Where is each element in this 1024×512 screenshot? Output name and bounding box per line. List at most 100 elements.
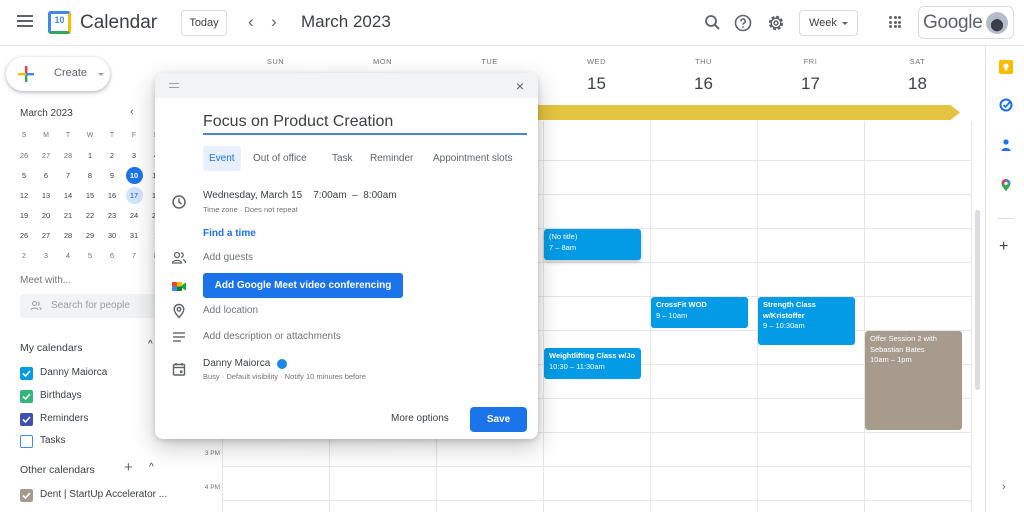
- tab-event[interactable]: Event: [203, 146, 241, 171]
- mini-calendar-day[interactable]: 3: [123, 146, 145, 166]
- all-day-event-bar[interactable]: [530, 105, 960, 120]
- mini-calendar-day[interactable]: 4: [57, 246, 79, 266]
- event-settings-summary[interactable]: Busy · Default visibility · Notify 10 mi…: [203, 372, 366, 381]
- expand-panel-icon[interactable]: ›: [1002, 481, 1006, 493]
- mini-calendar-day[interactable]: 6: [35, 166, 57, 186]
- calendar-event[interactable]: Strength Class w/Kristoffer 9 – 10:30am: [758, 297, 855, 345]
- tab-task[interactable]: Task: [326, 146, 359, 171]
- checkbox-unchecked-icon[interactable]: [20, 435, 33, 448]
- mini-calendar-day[interactable]: 19: [13, 206, 35, 226]
- save-button[interactable]: Save: [470, 407, 527, 432]
- view-selector[interactable]: Week: [799, 10, 858, 36]
- add-calendar-icon[interactable]: +: [124, 459, 133, 476]
- checkbox-checked-icon[interactable]: [20, 390, 33, 403]
- calendar-event[interactable]: (No title) 7 – 8am: [544, 229, 641, 260]
- checkbox-checked-icon[interactable]: [20, 489, 33, 502]
- checkbox-checked-icon[interactable]: [20, 367, 33, 380]
- create-button[interactable]: Create: [6, 57, 110, 91]
- grid-scrollbar[interactable]: [975, 210, 980, 390]
- day-number[interactable]: 17: [757, 74, 864, 94]
- timezone-repeat[interactable]: Time zone · Does not repeat: [203, 205, 298, 214]
- mini-calendar-day[interactable]: 12: [13, 186, 35, 206]
- calendar-color-dot[interactable]: [277, 359, 287, 369]
- mini-calendar-day[interactable]: 5: [79, 246, 101, 266]
- dialog-header[interactable]: ×: [155, 73, 538, 98]
- mini-calendar-day[interactable]: 28: [57, 226, 79, 246]
- add-addon-icon[interactable]: +: [999, 238, 1008, 256]
- mini-calendar-day[interactable]: 10: [123, 166, 145, 186]
- add-location-field[interactable]: Add location: [203, 305, 258, 316]
- settings-icon[interactable]: [766, 13, 786, 33]
- main-menu-icon[interactable]: [17, 15, 33, 29]
- other-calendars-heading[interactable]: Other calendars: [20, 464, 95, 476]
- mini-calendar-day[interactable]: 1: [79, 146, 101, 166]
- help-icon[interactable]: [733, 13, 753, 33]
- tab-appointment-slots[interactable]: Appointment slots: [427, 146, 519, 171]
- mini-calendar-day[interactable]: 20: [35, 206, 57, 226]
- mini-calendar-day[interactable]: 15: [79, 186, 101, 206]
- mini-calendar-day[interactable]: 27: [35, 226, 57, 246]
- chevron-left-icon[interactable]: ‹: [248, 12, 254, 32]
- chevron-right-icon[interactable]: ›: [271, 12, 277, 32]
- mini-calendar-day[interactable]: 27: [35, 146, 57, 166]
- add-google-meet-button[interactable]: Add Google Meet video conferencing: [203, 273, 403, 298]
- mini-calendar-day[interactable]: 8: [79, 166, 101, 186]
- calendar-label: Birthdays: [40, 390, 82, 401]
- chevron-up-icon[interactable]: ^: [149, 462, 154, 473]
- find-a-time-link[interactable]: Find a time: [203, 228, 256, 239]
- mini-calendar-day[interactable]: 2: [101, 146, 123, 166]
- search-people-input[interactable]: Search for people: [20, 294, 160, 318]
- day-number[interactable]: 16: [650, 74, 757, 94]
- mini-calendar-day[interactable]: 23: [101, 206, 123, 226]
- mini-calendar-day[interactable]: 3: [35, 246, 57, 266]
- mini-calendar-day[interactable]: 21: [57, 206, 79, 226]
- account-button[interactable]: Google: [918, 6, 1014, 39]
- event-datetime[interactable]: Wednesday, March 15 7:00am – 8:00am: [203, 190, 397, 201]
- mini-calendar-day[interactable]: 13: [35, 186, 57, 206]
- people-icon: [30, 301, 42, 311]
- mini-calendar-day[interactable]: 28: [57, 146, 79, 166]
- day-number[interactable]: 18: [864, 74, 971, 94]
- day-number[interactable]: 15: [543, 74, 650, 94]
- today-button[interactable]: Today: [181, 10, 227, 36]
- mini-calendar-day[interactable]: 24: [123, 206, 145, 226]
- mini-calendar-day[interactable]: 2: [13, 246, 35, 266]
- avatar[interactable]: [986, 12, 1008, 34]
- mini-calendar-day[interactable]: 6: [101, 246, 123, 266]
- mini-calendar-day[interactable]: 30: [101, 226, 123, 246]
- search-icon[interactable]: [703, 13, 723, 33]
- mini-calendar-day[interactable]: 17: [123, 186, 145, 206]
- mini-calendar-day[interactable]: 29: [79, 226, 101, 246]
- mini-calendar-day[interactable]: 31: [123, 226, 145, 246]
- checkbox-checked-icon[interactable]: [20, 413, 33, 426]
- mini-calendar-day[interactable]: 26: [13, 226, 35, 246]
- tasks-icon[interactable]: [999, 98, 1013, 112]
- close-icon[interactable]: ×: [516, 78, 524, 94]
- mini-calendar-day[interactable]: 9: [101, 166, 123, 186]
- drag-handle-icon[interactable]: [169, 83, 179, 88]
- my-calendars-heading[interactable]: My calendars: [20, 342, 82, 354]
- mini-calendar-day[interactable]: 22: [79, 206, 101, 226]
- calendar-event[interactable]: Offer Session 2 with Sebastian Bates 10am…: [865, 331, 962, 430]
- mini-calendar-day[interactable]: 5: [13, 166, 35, 186]
- mini-calendar-day[interactable]: 7: [57, 166, 79, 186]
- calendar-event[interactable]: Weightlifting Class w/Jo 10:30 – 11:30am: [544, 348, 641, 379]
- calendar-event[interactable]: CrossFit WOD 9 – 10am: [651, 297, 748, 328]
- add-guests-field[interactable]: Add guests: [203, 252, 253, 263]
- chevron-up-icon[interactable]: ^: [148, 339, 153, 350]
- event-title-input[interactable]: [203, 111, 527, 135]
- maps-icon[interactable]: [999, 178, 1013, 192]
- mini-calendar-day[interactable]: 16: [101, 186, 123, 206]
- contacts-icon[interactable]: [999, 138, 1013, 152]
- mini-calendar-prev-icon[interactable]: ‹: [130, 106, 134, 118]
- tab-out-of-office[interactable]: Out of office: [247, 146, 313, 171]
- keep-icon[interactable]: [999, 60, 1013, 74]
- more-options-button[interactable]: More options: [391, 413, 449, 424]
- calendar-owner[interactable]: Danny Maiorca: [203, 358, 270, 369]
- tab-reminder[interactable]: Reminder: [364, 146, 419, 171]
- mini-calendar-day[interactable]: 7: [123, 246, 145, 266]
- add-description-field[interactable]: Add description or attachments: [203, 331, 341, 342]
- mini-calendar-day[interactable]: 26: [13, 146, 35, 166]
- apps-grid-icon[interactable]: [889, 16, 901, 28]
- mini-calendar-day[interactable]: 14: [57, 186, 79, 206]
